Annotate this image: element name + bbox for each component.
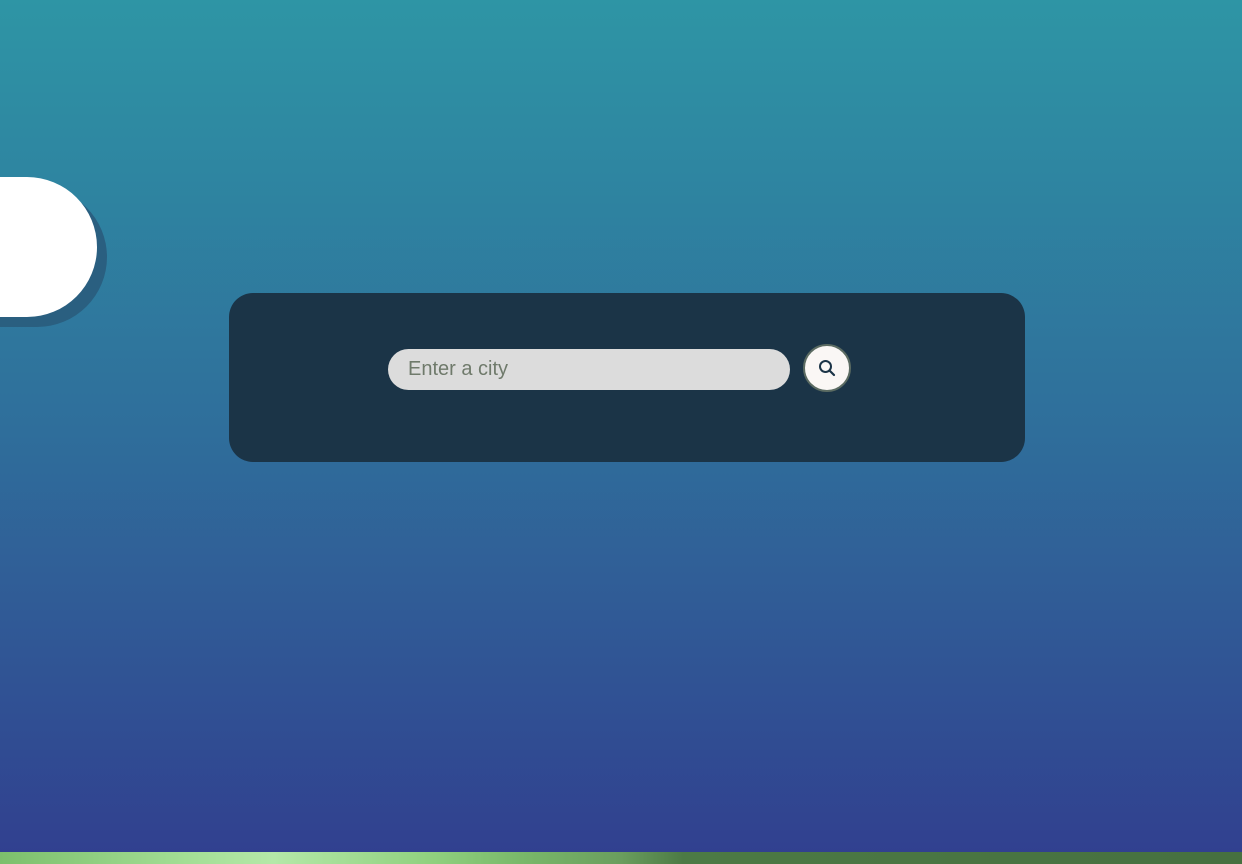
ground-strip	[0, 852, 1242, 864]
city-search-input[interactable]	[388, 349, 790, 390]
search-card	[229, 293, 1025, 462]
side-panel-tab	[0, 177, 97, 317]
search-button[interactable]	[803, 344, 851, 392]
search-icon	[818, 359, 836, 377]
